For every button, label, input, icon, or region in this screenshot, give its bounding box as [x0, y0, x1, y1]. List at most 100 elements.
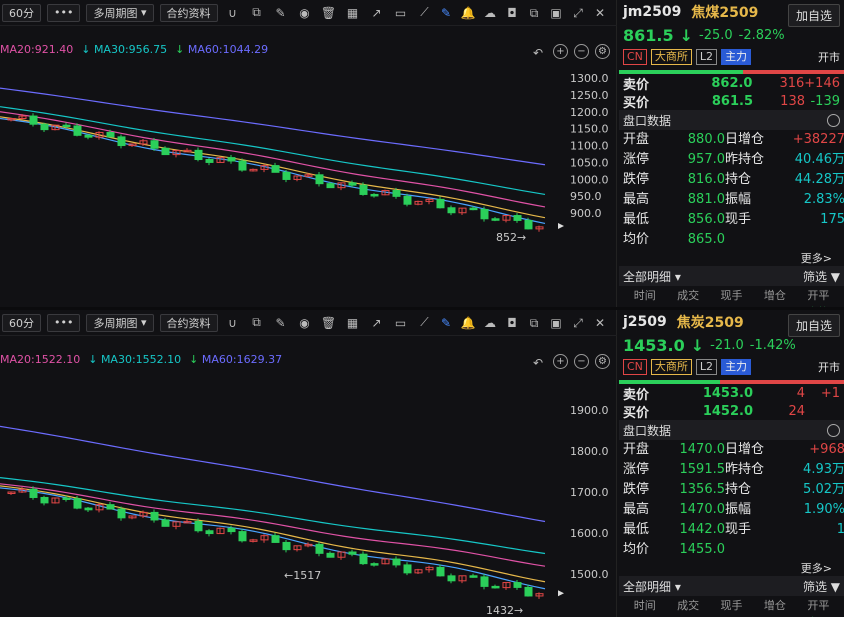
grid-icon[interactable]: ▦ — [344, 314, 362, 332]
layers-icon[interactable]: ⧉ — [248, 314, 266, 332]
stat-value: 2.83% — [803, 192, 844, 207]
ma-legend: MA20:1522.10 ↓ MA30:1552.10 ↓ MA60:1629.… — [0, 353, 282, 366]
magnet-icon[interactable]: ∪ — [224, 314, 242, 332]
alarm-icon[interactable]: 🔔 — [459, 4, 477, 22]
settings-icon[interactable]: ⚙ — [595, 44, 610, 59]
candle-body — [238, 160, 247, 171]
kline-chart-area[interactable]: 60分 ••• 多周期图 ▾ 合约资料 ∪ ⧉ ✎ ◉ 🗑 ▦ ↗ ▭ ⟋ ✎ … — [0, 0, 617, 307]
gear-icon[interactable] — [827, 423, 840, 437]
camera-icon[interactable]: ◘ — [503, 314, 521, 332]
multi-period-button[interactable]: 多周期图 ▾ — [86, 313, 154, 332]
candle-body — [480, 208, 489, 220]
more-button[interactable]: ••• — [47, 313, 81, 332]
toolbar-right: ✎ 🔔 ☁ ◘ ⧉ ▣ ⤢ ✕ — [437, 314, 609, 332]
chart-panel-j2509: 60分 ••• 多周期图 ▾ 合约资料 ∪ ⧉ ✎ ◉ 🗑 ▦ ↗ ▭ ⟋ ✎ … — [0, 310, 844, 617]
filter-label: 筛选 — [802, 269, 827, 284]
ticks-header: 时间 成交 现手 增仓 开平 — [619, 286, 844, 304]
trash-icon[interactable]: 🗑 — [320, 4, 338, 22]
detail-title-text: 全部明细 — [623, 269, 672, 284]
more-link[interactable]: 更多> — [619, 250, 844, 266]
close-icon[interactable]: ✕ — [591, 314, 609, 332]
orderbook-section-header: 盘口数据 — [619, 110, 844, 130]
pencil-icon[interactable]: ✎ — [272, 4, 290, 22]
y-axis-tick: 1200.0 — [570, 106, 609, 119]
ruler-icon[interactable]: ⟋ — [416, 4, 434, 22]
candle-body — [469, 207, 478, 211]
grid-icon[interactable]: ▦ — [344, 4, 362, 22]
candle-body — [161, 147, 170, 156]
export-icon[interactable]: ↗ — [368, 4, 386, 22]
candle-body — [392, 190, 401, 197]
candle-body — [194, 520, 203, 532]
filter-button[interactable]: 筛选 ▼ — [803, 268, 840, 285]
candle-body — [194, 149, 203, 161]
close-icon[interactable]: ✕ — [591, 4, 609, 22]
detail-title[interactable]: 全部明细 ▾ — [623, 578, 681, 595]
period-select[interactable]: 60分 — [2, 313, 41, 332]
stat-value: 1455.0 — [679, 542, 726, 557]
add-watchlist-button[interactable]: 加自选 — [787, 4, 840, 27]
cloud-icon[interactable]: ☁ — [481, 4, 499, 22]
multi-period-button[interactable]: 多周期图 ▾ — [86, 3, 154, 22]
fullscreen-icon[interactable]: ⤢ — [569, 4, 587, 22]
zoom-out-icon[interactable]: − — [574, 354, 589, 369]
candle-body — [117, 136, 126, 147]
filter-button[interactable]: 筛选 ▼ — [803, 578, 840, 595]
add-watchlist-button[interactable]: 加自选 — [787, 314, 840, 337]
contract-info-button[interactable]: 合约资料 — [159, 3, 218, 22]
layers-icon[interactable]: ⧉ — [248, 4, 266, 22]
stat-value: 1442.0 — [679, 522, 726, 537]
stat-label: 涨停 — [623, 462, 650, 477]
candle-body — [447, 207, 456, 214]
stats-grid: 开盘 880.0 日增仓 +38227 涨停 957.0 昨持仓 40.46万 跌停 816.0 持… — [619, 130, 844, 250]
zoom-in-icon[interactable]: + — [553, 354, 568, 369]
stat-label: 跌停 — [623, 482, 650, 497]
undo-icon[interactable]: ↶ — [529, 354, 547, 372]
comment-icon[interactable]: ▭ — [392, 314, 410, 332]
copy-icon[interactable]: ⧉ — [525, 4, 543, 22]
camera-icon[interactable]: ◘ — [503, 4, 521, 22]
candle-body — [29, 488, 38, 498]
draw-icon[interactable]: ✎ — [437, 4, 455, 22]
y-axis-tick: 1250.0 — [570, 89, 609, 102]
eye-icon[interactable]: ◉ — [296, 314, 314, 332]
ma60-value: MA60:1629.37 — [201, 353, 283, 366]
zoom-in-icon[interactable]: + — [553, 44, 568, 59]
draw-icon[interactable]: ✎ — [437, 314, 455, 332]
l2-tag: L2 — [695, 359, 718, 375]
bid-row: 买价 1452.0 24 — [619, 402, 844, 421]
stat-label: 跌停 — [623, 172, 650, 187]
trash-icon[interactable]: 🗑 — [320, 314, 338, 332]
cloud-icon[interactable]: ☁ — [481, 314, 499, 332]
period-select[interactable]: 60分 — [2, 3, 41, 22]
ruler-icon[interactable]: ⟋ — [416, 314, 434, 332]
detail-title[interactable]: 全部明细 ▾ — [623, 268, 681, 285]
pencil-icon[interactable]: ✎ — [272, 314, 290, 332]
export-icon[interactable]: ↗ — [368, 314, 386, 332]
more-link[interactable]: 更多> — [619, 560, 844, 576]
gear-icon[interactable] — [827, 113, 840, 127]
eye-icon[interactable]: ◉ — [296, 4, 314, 22]
ma-line — [0, 87, 546, 166]
magnet-icon[interactable]: ∪ — [224, 4, 242, 22]
y-axis-tick: 950.0 — [570, 190, 602, 203]
screen-icon[interactable]: ▣ — [547, 314, 565, 332]
fullscreen-icon[interactable]: ⤢ — [569, 314, 587, 332]
alarm-icon[interactable]: 🔔 — [459, 314, 477, 332]
candle-body — [73, 125, 82, 136]
screen-icon[interactable]: ▣ — [547, 4, 565, 22]
undo-icon[interactable]: ↶ — [529, 44, 547, 62]
stat-value — [779, 540, 844, 560]
comment-icon[interactable]: ▭ — [392, 4, 410, 22]
kline-chart-area[interactable]: 60分 ••• 多周期图 ▾ 合约资料 ∪ ⧉ ✎ ◉ 🗑 ▦ ↗ ▭ ⟋ ✎ … — [0, 310, 617, 617]
candlestick-chart[interactable]: 1300.0 1250.0 1200.0 1150.0 1100.0 1050.0 1000… — [0, 62, 617, 307]
settings-icon[interactable]: ⚙ — [595, 354, 610, 369]
more-button[interactable]: ••• — [47, 3, 81, 22]
stat-value: 880.0 — [687, 132, 725, 147]
contract-info-button[interactable]: 合约资料 — [159, 313, 218, 332]
copy-icon[interactable]: ⧉ — [525, 314, 543, 332]
zoom-out-icon[interactable]: − — [574, 44, 589, 59]
ma30-value: MA30:1552.10 — [100, 353, 182, 366]
stat-label: 最高 — [623, 502, 650, 517]
candlestick-chart[interactable]: 1900.0 1800.0 1700.0 1600.0 1500.0 1432→ ←1517 — [0, 372, 617, 617]
